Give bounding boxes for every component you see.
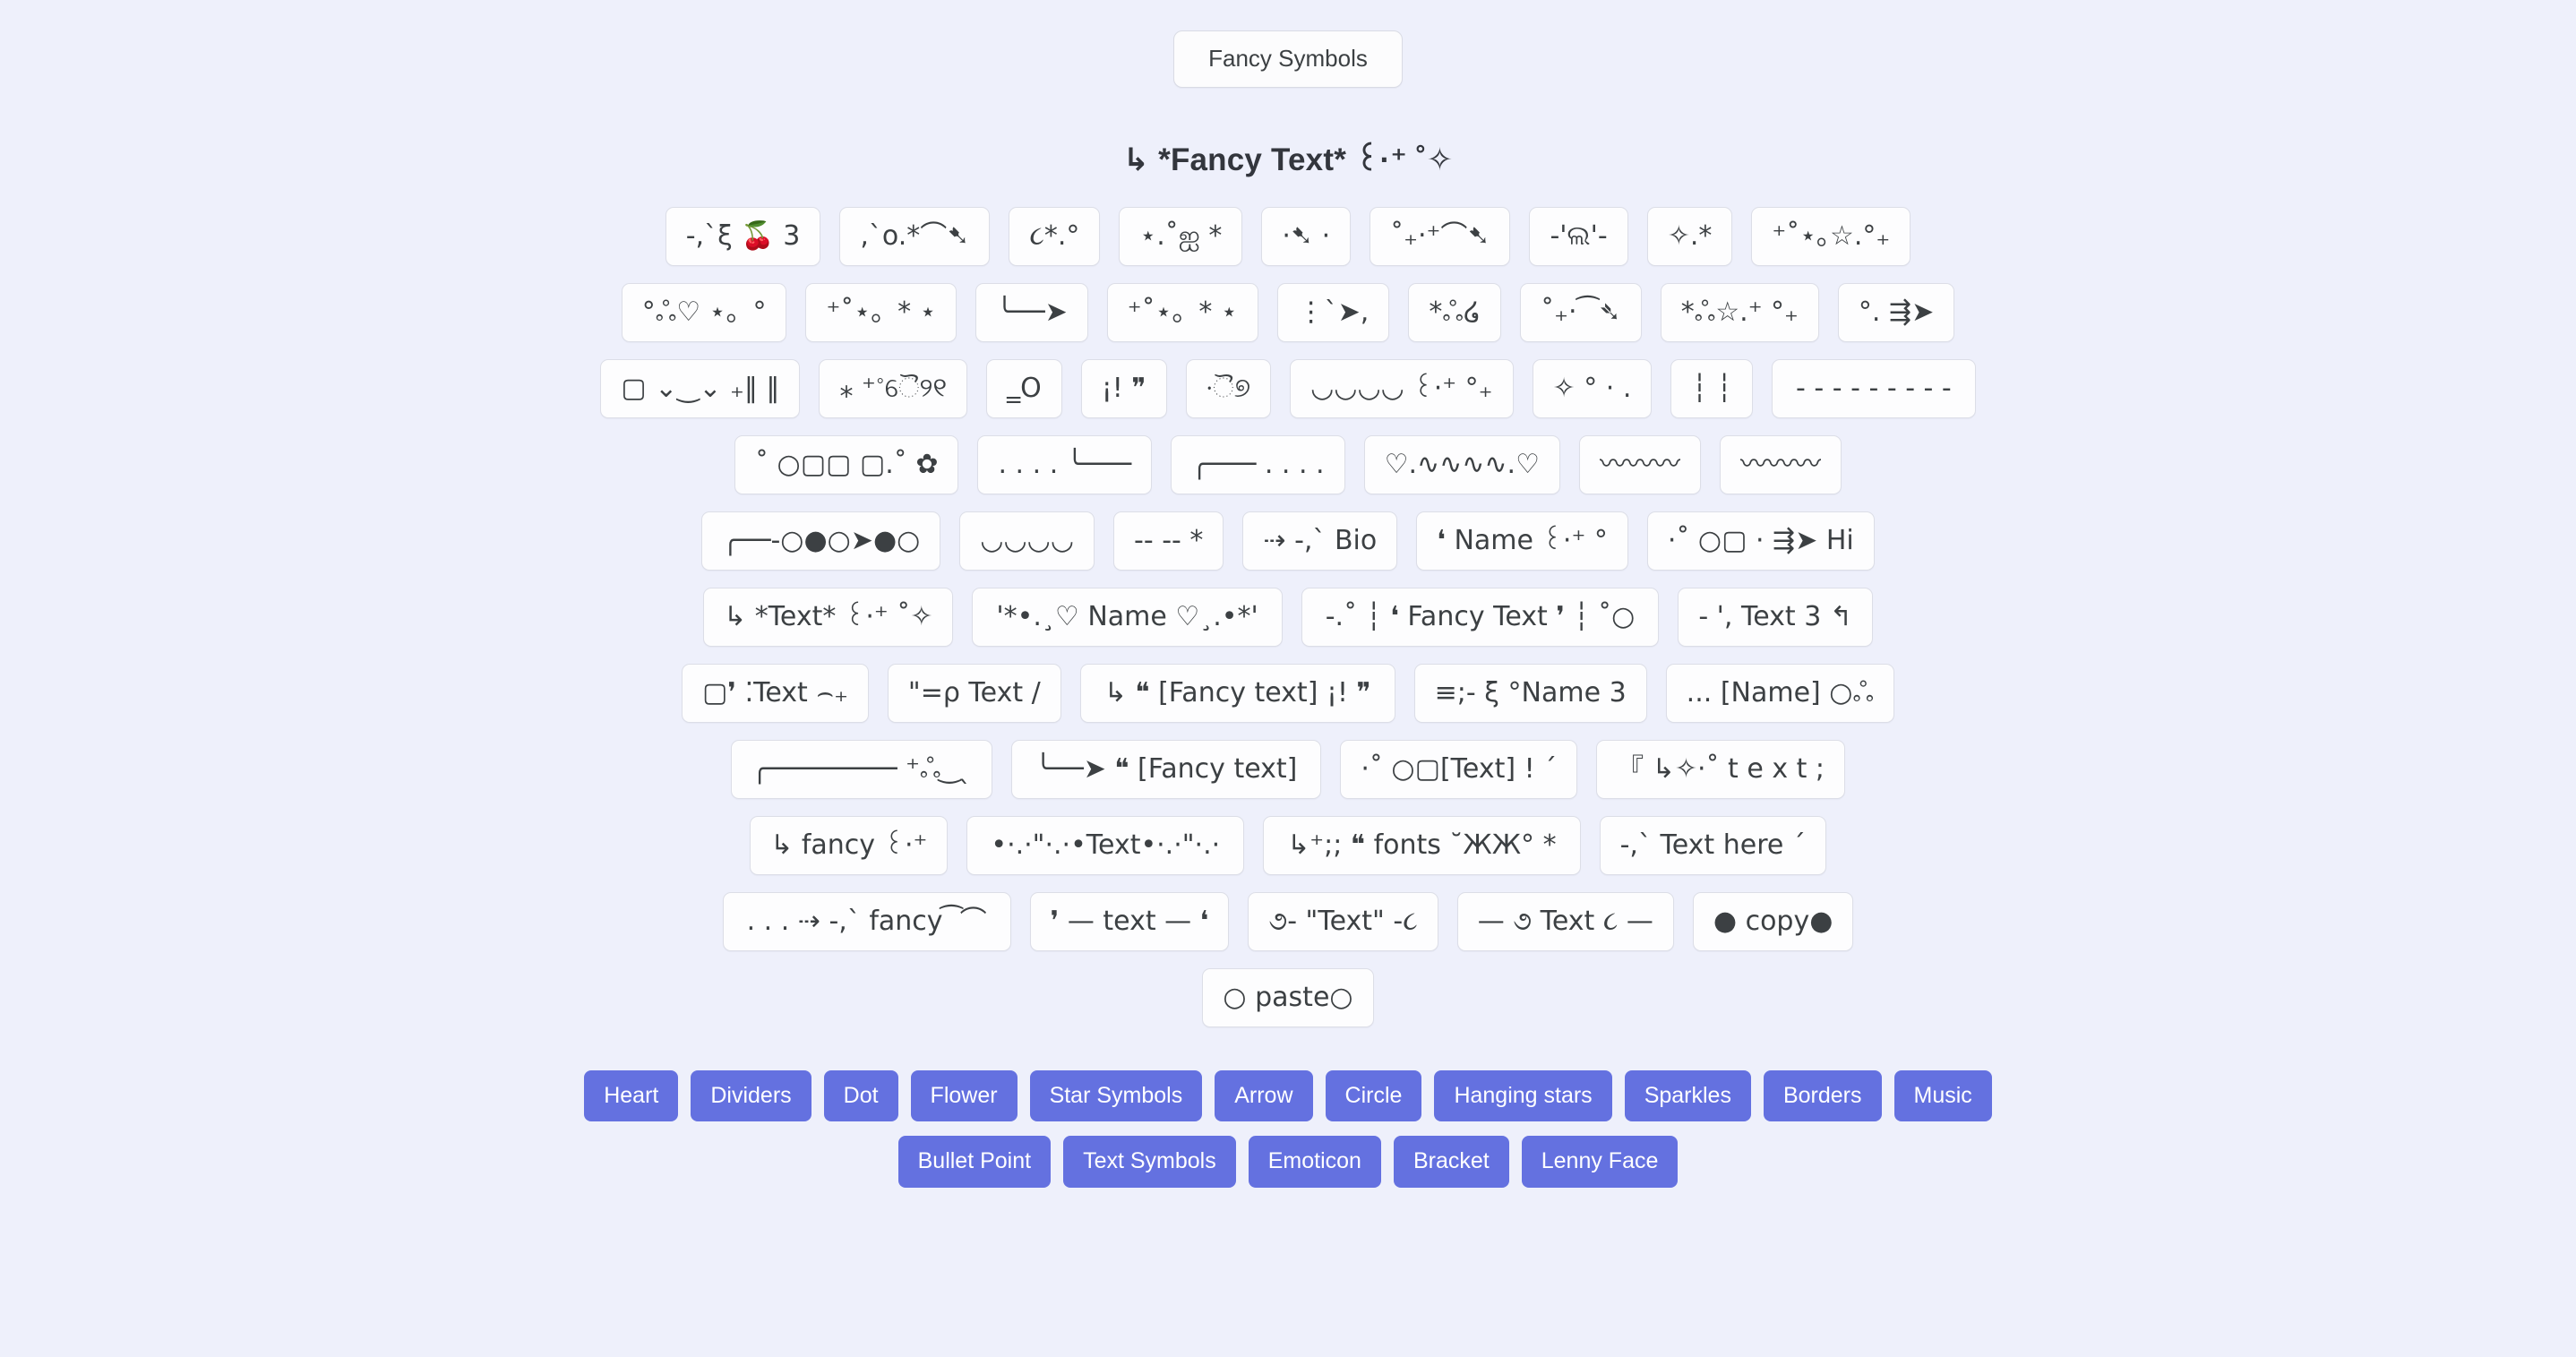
symbol-row: ╭──-○●○➤●○ ◡◡◡◡ -- -- * ⇢ -,` Bio ❛ Name ꒰·⁺… [701, 511, 1875, 571]
category-button-circle[interactable]: Circle [1325, 1069, 1422, 1122]
category-button-dividers[interactable]: Dividers [691, 1069, 811, 1122]
category-button-hanging-stars[interactable]: Hanging stars [1434, 1069, 1612, 1122]
symbol-chip[interactable]: ... [Name] ○ஃ [1665, 663, 1894, 723]
symbol-chip[interactable]: ● copy● [1692, 891, 1854, 951]
symbol-chip[interactable]: -- -- * [1113, 511, 1224, 571]
symbol-chip[interactable]: ◡◡◡◡ ꒰·⁺ °₊ [1290, 358, 1514, 418]
symbol-chip[interactable]: *ஃ໒︎ [1408, 282, 1502, 342]
category-row: Bullet Point Text Symbols Emoticon Bracket L… [897, 1136, 1679, 1188]
category-button-emoticon[interactable]: Emoticon [1248, 1136, 1381, 1188]
page-root: Fancy Symbols ↳ *Fancy Text* ꒰·⁺ ˚✧ -,`ξ… [0, 0, 2576, 1357]
symbol-row: ○ paste○ [1202, 967, 1374, 1027]
category-button-bullet-point[interactable]: Bullet Point [897, 1136, 1052, 1188]
symbol-chip[interactable]: "=ρ Text / [887, 663, 1061, 723]
symbol-row: ↳ *Text* ꒰·⁺ ˚✧ '*•.¸♡ Name ♡¸.•*' -.˚ ┆ ❛… [703, 587, 1873, 647]
symbol-chip[interactable]: ┆ ┆ [1670, 358, 1754, 418]
symbol-chip[interactable]: . . . ⇢ -,` fancy ͡ ⌒ [722, 891, 1011, 951]
symbol-row: ╭──────── ⁺ஃ ͜ ˎ ╰──➤ ❝ [Fancy text] ·˚ ○▢… [730, 739, 1846, 799]
symbol-chip[interactable]: 〰〰〰 [1579, 434, 1701, 494]
symbol-chip[interactable]: *ஃ☆.⁺ °₊ [1660, 282, 1819, 342]
symbol-row: °ஃ♡ ⋆。° ⁺˚⋆。* ⋆ ╰──➤ ⁺˚⋆。* ⋆ ⋮`➤, *ஃ໒︎ ˚₊‧⁀➴ *ஃ… [621, 282, 1955, 342]
symbol-chip[interactable]: ⁺˚⋆。* ⋆ [1106, 282, 1258, 342]
symbol-chip[interactable]: ¡! ❞ [1080, 358, 1167, 418]
symbol-grid: -,`ξ 🍒 3 ,`o.*⌒➷ ૮*.° ⋆.˚ஐ * ·➷ · ˚₊‧⁺⌒➷ -'ଲ'-… [0, 206, 2576, 1027]
category-row: Heart Dividers Dot Flower Star Symbols Arrow C… [584, 1069, 1992, 1122]
symbol-chip[interactable]: ,`o.*⌒➷ [839, 206, 991, 266]
symbol-chip[interactable]: ❜ — text — ❛ [1029, 891, 1230, 951]
symbol-chip[interactable]: ╭─── . . . . [1171, 434, 1345, 494]
symbol-chip[interactable]: ▢ ⌄‿⌄ ₊‖ ‖ [600, 358, 801, 418]
symbol-chip[interactable]: ·˚ ○▢ · ⇶➤ Hi [1646, 511, 1875, 571]
symbol-chip[interactable]: ✧ ° · . [1532, 358, 1653, 418]
symbol-chip[interactable]: ˚ ○▢▢ ▢.˚ ✿ [734, 434, 959, 494]
symbol-chip[interactable]: . . . . ╰─── [977, 434, 1153, 494]
symbol-chip[interactable]: ⁎ ⁺˚ୈ୨୧ [819, 358, 968, 418]
symbol-chip[interactable]: ˚₊‧⁀➴ [1520, 282, 1642, 342]
symbol-chip[interactable]: ˚₊‧⁺⌒➷ [1370, 206, 1511, 266]
symbol-chip[interactable]: ♡.∿∿∿∿.♡ [1363, 434, 1560, 494]
symbol-chip[interactable]: ↳ ❝ [Fancy text] ¡! ❞ [1079, 663, 1395, 723]
symbol-chip[interactable]: °. ⇶➤ [1837, 282, 1955, 342]
symbol-chip[interactable]: '*•.¸♡ Name ♡¸.•*' [972, 587, 1283, 647]
symbol-chip[interactable]: ·ୖ୭ [1185, 358, 1272, 418]
symbol-chip[interactable]: ▢❜ ⁚Text ⌢₊ [682, 663, 869, 723]
symbol-chip[interactable]: 『 ↳✧·˚ t e x t ; [1596, 739, 1846, 799]
symbol-row: ▢❜ ⁚Text ⌢₊ "=ρ Text / ↳ ❝ [Fancy text] ¡!… [682, 663, 1894, 723]
category-button-lenny-face[interactable]: Lenny Face [1521, 1136, 1679, 1188]
category-button-heart[interactable]: Heart [584, 1069, 679, 1122]
category-button-sparkles[interactable]: Sparkles [1624, 1069, 1751, 1122]
symbol-chip[interactable]: ◡◡◡◡ [959, 511, 1095, 571]
symbol-row: . . . ⇢ -,` fancy ͡ ⌒ ❜ — text — ❛ ૭- "Tex… [722, 891, 1854, 951]
category-button-area: Heart Dividers Dot Flower Star Symbols Arrow C… [0, 1069, 2576, 1188]
symbol-chip[interactable]: -'ଲ'- [1529, 206, 1628, 266]
symbol-chip[interactable]: °ஃ♡ ⋆。° [621, 282, 787, 342]
symbol-row: ˚ ○▢▢ ▢.˚ ✿ . . . . ╰─── ╭─── . . . . ♡.∿∿∿… [734, 434, 1842, 494]
symbol-chip[interactable]: - - - - - - - - - [1772, 358, 1976, 418]
symbol-chip[interactable]: ╰──➤ ❝ [Fancy text] [1010, 739, 1322, 799]
symbol-row: ▢ ⌄‿⌄ ₊‖ ‖ ⁎ ⁺˚ୈ୨୧ ‗O ¡! ❞ ·ୖ୭ ◡◡◡◡ ꒰·⁺ °₊ ✧ °… [600, 358, 1976, 418]
category-button-flower[interactable]: Flower [910, 1069, 1018, 1122]
symbol-row: ↳ fancy ꒰·⁺ •·.·"·.·•Text•·.·"·.· ↳⁺;; ❝ f… [750, 815, 1826, 875]
symbol-chip[interactable]: ૮*.° [1009, 206, 1101, 266]
category-button-bracket[interactable]: Bracket [1393, 1136, 1509, 1188]
symbol-chip[interactable]: ✧.* [1646, 206, 1733, 266]
category-button-star-symbols[interactable]: Star Symbols [1029, 1069, 1203, 1122]
page-title: ↳ *Fancy Text* ꒰·⁺ ˚✧ [1122, 142, 1454, 177]
category-button-music[interactable]: Music [1893, 1069, 1992, 1122]
category-button-borders[interactable]: Borders [1763, 1069, 1882, 1122]
title-chip-row: Fancy Symbols [0, 30, 2576, 88]
symbol-chip[interactable]: ⇢ -,` Bio [1242, 511, 1398, 571]
symbol-chip[interactable]: ⋆.˚ஐ * [1119, 206, 1243, 266]
symbol-chip[interactable]: ⁺˚⋆｡☆.°₊ [1751, 206, 1911, 266]
symbol-chip[interactable]: ○ paste○ [1202, 967, 1374, 1027]
symbol-chip[interactable]: ‗O [986, 358, 1062, 418]
symbol-chip[interactable]: — ૭ Text ૮ — [1456, 891, 1674, 951]
symbol-chip[interactable]: ╭──────── ⁺ஃ ͜ ˎ [730, 739, 992, 799]
symbol-chip[interactable]: -,` Text here ˊ [1599, 815, 1826, 875]
symbol-chip[interactable]: - ', Text 3 ↰ [1678, 587, 1873, 647]
symbol-chip[interactable]: ૭- "Text" -૮ [1248, 891, 1438, 951]
symbol-chip[interactable]: 〰〰〰 [1720, 434, 1842, 494]
symbol-chip[interactable]: ↳⁺;; ❝ fonts ˘ЖЖ° * [1263, 815, 1581, 875]
symbol-chip[interactable]: ↳ *Text* ꒰·⁺ ˚✧ [703, 587, 954, 647]
category-button-arrow[interactable]: Arrow [1215, 1069, 1313, 1122]
category-button-text-symbols[interactable]: Text Symbols [1063, 1136, 1236, 1188]
symbol-chip[interactable]: ╰──➤ [975, 282, 1088, 342]
symbol-chip[interactable]: ↳ fancy ꒰·⁺ [750, 815, 949, 875]
symbol-row: -,`ξ 🍒 3 ,`o.*⌒➷ ૮*.° ⋆.˚ஐ * ·➷ · ˚₊‧⁺⌒➷ -'ଲ'-… [665, 206, 1911, 266]
symbol-chip[interactable]: ╭──-○●○➤●○ [701, 511, 941, 571]
symbol-chip[interactable]: ⋮`➤, [1276, 282, 1390, 342]
symbol-chip[interactable]: ❛ Name ꒰·⁺ ° [1416, 511, 1628, 571]
symbol-chip[interactable]: •·.·"·.·•Text•·.·"·.· [966, 815, 1245, 875]
symbol-chip[interactable]: ·➷ · [1261, 206, 1352, 266]
category-button-dot[interactable]: Dot [823, 1069, 898, 1122]
symbol-chip[interactable]: -.˚ ┆ ❛ Fancy Text ❜ ┆ ˚○ [1301, 587, 1660, 647]
fancy-symbols-title-chip[interactable]: Fancy Symbols [1173, 30, 1403, 88]
symbol-chip[interactable]: ⁺˚⋆。* ⋆ [805, 282, 957, 342]
symbol-chip[interactable]: ·˚ ○▢[Text] ! ˊ [1340, 739, 1578, 799]
symbol-chip[interactable]: -,`ξ 🍒 3 [665, 206, 821, 266]
symbol-chip[interactable]: ≡;- ξ °Name 3 [1413, 663, 1647, 723]
